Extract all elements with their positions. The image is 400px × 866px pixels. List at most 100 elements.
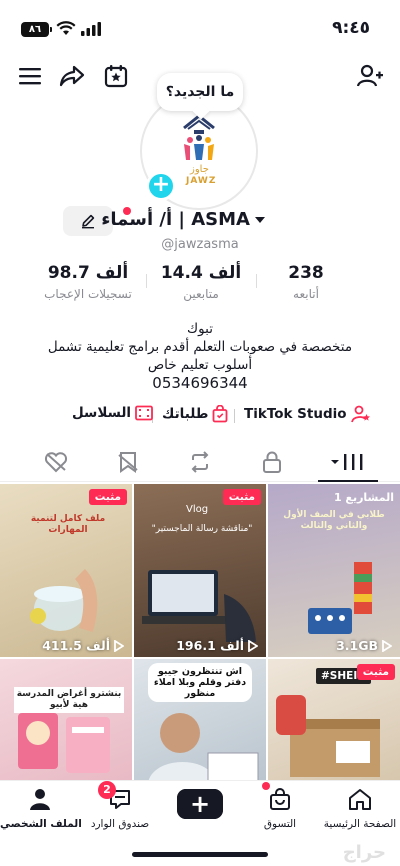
- stat-divider: [256, 274, 257, 288]
- video-thumbnail[interactable]: مثبت ملف كامل لتنمية المهارات 411.5 ألف: [0, 484, 132, 657]
- tab-private[interactable]: [254, 448, 290, 476]
- home-icon: [349, 789, 371, 810]
- video-caption: طلابي في الصف الأول والثاني والثالث: [283, 510, 385, 531]
- profile-handle: @jawzasma: [161, 237, 239, 252]
- nav-shop-label: التسوق: [263, 818, 297, 830]
- watermark: حراج: [342, 842, 386, 863]
- shop-bag-icon: [270, 788, 290, 810]
- logo-arabic: جاوز: [190, 164, 209, 175]
- tab-favorites[interactable]: [110, 448, 146, 476]
- child-writing-image: [148, 713, 259, 783]
- nav-home[interactable]: الصفحة الرئيسية: [320, 787, 400, 830]
- video-thumbnail[interactable]: بنشترو أغراض المدرسة هية لأبيو: [0, 659, 132, 783]
- nav-shop[interactable]: التسوق: [240, 787, 320, 830]
- add-friend-icon[interactable]: [355, 61, 385, 91]
- studio-label: TikTok Studio: [244, 406, 347, 422]
- create-button[interactable]: +: [174, 789, 226, 819]
- tab-reposts[interactable]: [182, 448, 218, 476]
- bio-line: أسلوب تعليم خاص: [147, 357, 253, 373]
- profile-name: أ/ أسماء | ASMA: [101, 209, 250, 230]
- tab-videos[interactable]: [328, 448, 368, 476]
- nav-profile-label: الملف الشخصي: [0, 818, 82, 830]
- glass-of-water-image: [30, 569, 98, 633]
- likes-stat[interactable]: 98.7 ألف تسجيلات الإعجاب: [38, 263, 138, 301]
- following-stat[interactable]: 238 أتابعه: [266, 263, 346, 301]
- view-count-label: 411.5 ألف: [42, 638, 110, 653]
- profile-tabs: [0, 440, 400, 482]
- school-supplies-image: [18, 713, 110, 773]
- active-tab-indicator: [318, 480, 378, 482]
- calendar-star-icon[interactable]: [101, 61, 131, 91]
- home-indicator: [132, 852, 268, 857]
- pinned-badge: مثبت: [356, 664, 395, 680]
- film-icon: [135, 405, 153, 421]
- play-icon: [248, 639, 258, 652]
- menu-icon[interactable]: [15, 61, 45, 91]
- orders-label: طلباتك: [162, 406, 209, 422]
- pinned-badge: مثبت: [222, 489, 261, 505]
- tiktok-studio-link[interactable]: TikTok Studio: [244, 405, 371, 423]
- chevron-down-icon[interactable]: [254, 215, 266, 225]
- view-count: 196.1 ألف: [176, 638, 258, 653]
- status-bar: ٨٦ ٩:٤٥: [0, 0, 400, 50]
- nav-home-label: الصفحة الرئيسية: [323, 818, 397, 830]
- stat-divider: [146, 274, 147, 288]
- repost-icon: [191, 451, 209, 473]
- following-count: 238: [288, 263, 324, 283]
- profile-icon: [30, 789, 50, 810]
- shop-notification-dot: [262, 782, 270, 790]
- play-icon: [114, 639, 124, 652]
- nav-profile[interactable]: الملف الشخصي: [0, 787, 82, 830]
- bookmark-hidden-icon: [118, 452, 138, 473]
- wifi-icon: [56, 21, 76, 35]
- video-grid: مثبت ملف كامل لتنمية المهارات 411.5 ألف …: [0, 484, 400, 784]
- person-star-icon: [350, 405, 370, 423]
- likes-count: 98.7 ألف: [47, 263, 129, 283]
- orders-link[interactable]: طلباتك: [162, 405, 228, 423]
- pinned-badge: مثبت: [88, 489, 127, 505]
- view-count: 411.5 ألف: [42, 638, 124, 653]
- battery-icon: ٨٦: [21, 22, 52, 37]
- followers-label: متابعين: [183, 287, 219, 301]
- whats-new-bubble[interactable]: ما الجديد؟: [157, 73, 243, 111]
- following-label: أتابعه: [293, 287, 319, 301]
- tab-liked[interactable]: [38, 448, 74, 476]
- laptop-image: [142, 570, 256, 642]
- pencil-icon: [82, 214, 95, 229]
- package-image: [276, 695, 380, 777]
- add-story-button[interactable]: +: [146, 171, 176, 201]
- nav-inbox-label: صندوق الوارد: [90, 818, 150, 830]
- shopping-bag-icon: [213, 405, 228, 423]
- video-overlay-text: Vlog: [186, 504, 209, 515]
- video-thumbnail[interactable]: اش تنتظرون جيبو دفتر وقلم وبلا املاء منظ…: [134, 659, 266, 783]
- nav-inbox[interactable]: صندوق الوارد: [80, 787, 160, 830]
- view-count-label: 3.1GB: [336, 638, 378, 653]
- video-overlay-text: ملف كامل لتنمية المهارات: [30, 514, 106, 535]
- video-thumbnail[interactable]: المشاريع 1 طلابي في الصف الأول والثاني و…: [268, 484, 400, 657]
- bio-line: متخصصة في صعوبات التعلم أقدم برامج تعليم…: [47, 339, 353, 355]
- video-thumbnail[interactable]: #SHEIN مثبت: [268, 659, 400, 783]
- series-link[interactable]: السلاسل: [72, 405, 153, 421]
- video-thumbnail[interactable]: مثبت Vlog "مناقشة رسالة الماجستير" 196.1…: [134, 484, 266, 657]
- inbox-badge: 2: [98, 781, 116, 799]
- logo-text: JAWZ: [186, 176, 217, 186]
- bio-line: تبوك: [187, 321, 213, 337]
- play-icon: [382, 639, 392, 652]
- video-overlay-text: المشاريع 1: [333, 491, 394, 504]
- series-label: السلاسل: [72, 405, 132, 421]
- bio-phone: 0534696344: [152, 374, 248, 392]
- signal-icon: [81, 22, 101, 36]
- followers-stat[interactable]: 14.4 ألف متابعين: [156, 263, 246, 301]
- lock-icon: [263, 451, 281, 473]
- link-divider: [234, 409, 235, 423]
- clock: ٩:٤٥: [332, 18, 370, 38]
- followers-count: 14.4 ألف: [160, 263, 242, 283]
- profile-links: TikTok Studio طلباتك السلاسل: [0, 405, 400, 427]
- share-icon[interactable]: [57, 61, 87, 91]
- view-count-label: 196.1 ألف: [176, 638, 244, 653]
- video-caption: بنشترو أغراض المدرسة هية لأبيو: [14, 687, 124, 713]
- video-caption: "مناقشة رسالة الماجستير": [151, 524, 253, 534]
- toy-tower-image: [308, 562, 372, 634]
- heart-hidden-icon: [44, 452, 68, 473]
- profile-bio: تبوك متخصصة في صعوبات التعلم أقدم برامج …: [20, 320, 380, 392]
